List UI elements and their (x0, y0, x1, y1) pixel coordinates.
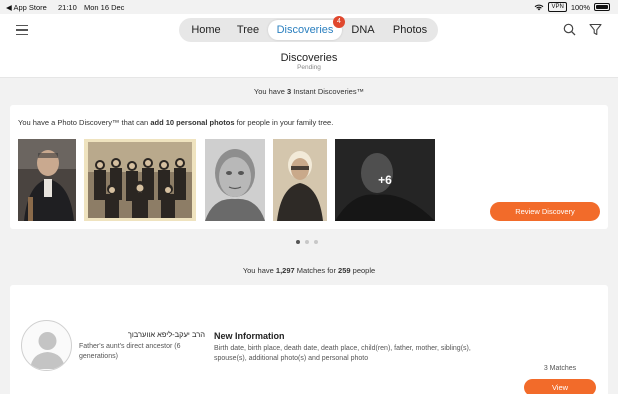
photo-discovery-card: You have a Photo Discovery™ that can add… (10, 105, 608, 229)
photo-discovery-description: You have a Photo Discovery™ that can add… (18, 118, 333, 127)
photo-1-image (18, 139, 76, 221)
matches-middle: Matches for (294, 266, 339, 275)
vpn-indicator: VPN (548, 2, 567, 12)
status-bar: ◀ App Store 21:10 Mon 16 Dec VPN 100% (0, 0, 618, 14)
wifi-icon (535, 4, 544, 11)
tab-discoveries[interactable]: Discoveries (268, 20, 342, 40)
view-match-button[interactable]: View (524, 379, 596, 394)
photo-3-image (205, 139, 265, 221)
default-person-icon (30, 332, 65, 369)
family-photo-more[interactable]: +6 (335, 139, 435, 221)
tab-home[interactable]: Home (183, 18, 229, 42)
page-subtitle: Pending (297, 64, 321, 71)
pager-dot-active[interactable] (296, 240, 300, 244)
people-count: 259 (338, 266, 351, 275)
page-title: Discoveries (280, 52, 338, 64)
carousel-pager[interactable] (296, 240, 318, 244)
matches-count: 1,297 (275, 266, 295, 275)
match-count-label: 3 Matches (543, 365, 577, 372)
instant-discoveries-summary: You have 3 Instant Discoveries™ (0, 87, 618, 96)
tab-dna[interactable]: DNA (345, 18, 381, 42)
new-information-title: New Information (214, 331, 285, 341)
match-card: הרב יעקב-ליפא אווערבוך Father's aunt's d… (10, 285, 608, 394)
discoveries-count-badge: 4 (333, 16, 345, 28)
app-header: Home Tree Discoveries DNA Photos 4 Disco… (0, 14, 618, 78)
instant-prefix: You have (253, 87, 287, 96)
matches-suffix: people (350, 266, 376, 275)
status-right: VPN 100% (534, 2, 610, 12)
avatar[interactable] (21, 320, 72, 371)
tab-tree[interactable]: Tree (229, 18, 267, 42)
status-date: Mon 16 Dec (84, 3, 125, 12)
family-photo-3[interactable] (205, 139, 265, 221)
pager-dot[interactable] (305, 240, 309, 244)
main-nav-tabs: Home Tree Discoveries DNA Photos (179, 18, 438, 42)
desc-bold: add 10 personal photos (150, 118, 235, 127)
desc-prefix: You have a Photo Discovery™ that can (18, 118, 151, 127)
desc-suffix: for people in your family tree. (234, 118, 334, 127)
matches-prefix: You have (242, 266, 276, 275)
pager-dot[interactable] (314, 240, 318, 244)
instant-suffix: Instant Discoveries™ (291, 87, 365, 96)
new-information-details: Birth date, birth place, death date, dea… (214, 345, 471, 362)
more-photos-count: +6 (378, 173, 392, 187)
status-time: 21:10 (58, 3, 77, 12)
photo-2-image (84, 139, 196, 221)
back-to-app-store[interactable]: ◀ App Store (6, 3, 47, 12)
matches-summary: You have 1,297 Matches for 259 people (0, 266, 618, 275)
family-photo-2[interactable] (84, 139, 196, 221)
battery-percent: 100% (570, 2, 590, 12)
search-icon[interactable] (563, 23, 576, 36)
family-photo-1[interactable] (18, 139, 76, 221)
photo-4-image (273, 139, 327, 221)
tab-photos[interactable]: Photos (386, 18, 434, 42)
match-person-name[interactable]: הרב יעקב-ליפא אווערבוך (79, 330, 205, 339)
battery-icon (594, 3, 610, 11)
family-photo-4[interactable] (273, 139, 327, 221)
match-relationship: Father's aunt's direct ancestor (6 gener… (79, 343, 181, 360)
filter-icon[interactable] (589, 23, 602, 36)
review-discovery-button[interactable]: Review Discovery (490, 202, 600, 221)
hamburger-menu-icon[interactable] (16, 25, 28, 36)
